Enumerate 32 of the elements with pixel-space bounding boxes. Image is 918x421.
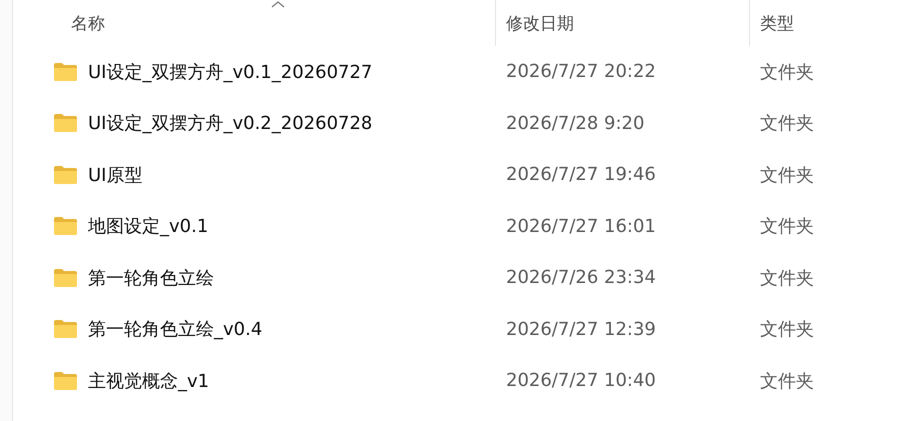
modified-date: 2026/7/27 12:39 — [505, 318, 657, 340]
file-type: 文件夹 — [759, 60, 815, 84]
file-name[interactable]: UI设定_双摆方舟_v0.1_20260727 — [88, 60, 372, 84]
file-name[interactable]: 主视觉概念_v1 — [88, 368, 210, 393]
file-type: 文件夹 — [759, 318, 815, 342]
sort-caret-icon — [271, 0, 285, 9]
folder-icon — [53, 370, 78, 391]
file-type: 文件夹 — [759, 164, 815, 187]
modified-date: 2026/7/27 20:22 — [505, 61, 657, 82]
file-name[interactable]: UI设定_双摆方舟_v0.2_20260728 — [88, 111, 372, 136]
file-name[interactable]: UI原型 — [88, 162, 142, 187]
column-header[interactable]: 类型 — [749, 0, 918, 46]
folder-icon — [53, 216, 78, 236]
modified-date: 2026/7/28 9:20 — [505, 112, 646, 134]
modified-date: 2026/7/27 19:46 — [505, 164, 657, 186]
file-type: 文件夹 — [759, 370, 815, 393]
file-name[interactable]: 第一轮角色立绘_v0.4 — [88, 317, 262, 342]
folder-icon — [53, 113, 78, 134]
file-type: 文件夹 — [759, 112, 815, 136]
column-header[interactable]: 名称 — [13, 0, 495, 46]
column-header[interactable]: 修改日期 — [495, 0, 749, 46]
file-type: 文件夹 — [759, 215, 815, 238]
file-name[interactable]: 第一轮角色立绘 — [88, 266, 214, 290]
modified-date: 2026/7/27 10:40 — [505, 370, 657, 392]
folder-icon — [53, 268, 78, 288]
modified-date: 2026/7/27 16:01 — [505, 216, 657, 237]
folder-icon — [53, 319, 78, 340]
file-name[interactable]: 地图设定_v0.1 — [88, 214, 208, 238]
modified-date: 2026/7/26 23:34 — [505, 267, 657, 288]
folder-icon — [53, 164, 78, 185]
folder-icon — [53, 62, 78, 82]
file-type: 文件夹 — [759, 266, 815, 290]
